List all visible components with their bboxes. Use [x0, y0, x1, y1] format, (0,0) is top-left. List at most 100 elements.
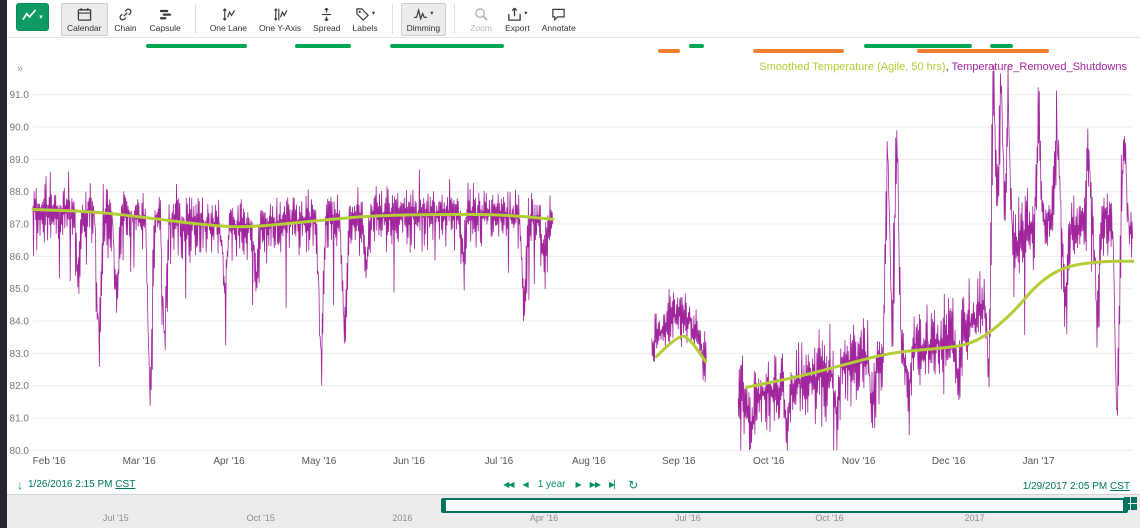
y-axis-tick-label: 89.0 [10, 155, 30, 166]
toolbar-button-label: Annotate [542, 23, 576, 33]
green-capsules-segment[interactable] [864, 44, 924, 48]
one-lane-button[interactable]: One Lane [204, 3, 253, 36]
caret-down-icon: ▾ [524, 11, 527, 18]
next-button[interactable]: ▶ [576, 480, 581, 489]
green-capsules-segment[interactable] [689, 44, 704, 48]
x-axis-tick-label: Nov '16 [842, 456, 876, 467]
x-axis-tick-label: Jul '16 [485, 456, 514, 467]
calendar-button[interactable]: Calendar [61, 3, 108, 36]
investigate-range-icon[interactable]: ↓ [17, 478, 23, 492]
y-axis-tick-label: 85.0 [10, 284, 30, 295]
green-capsules-segment[interactable] [390, 44, 504, 48]
timeline-scrollbar[interactable]: Jul '15Oct '152016Apr '16Jul '16Oct '162… [7, 494, 1140, 528]
y-axis-tick-label: 91.0 [10, 90, 30, 101]
timeline-label: 2017 [965, 513, 985, 523]
toolbar-button-label: Chain [114, 23, 136, 33]
annotate-button[interactable]: Annotate [536, 3, 582, 36]
range-end-link[interactable]: 1/29/2017 2:05 PM CST [1023, 481, 1130, 492]
one-y-axis-button[interactable]: One Y-Axis [253, 3, 307, 36]
toolbar-separator [454, 4, 455, 34]
labels-button[interactable]: ▾Labels [347, 3, 384, 36]
chain-button[interactable]: Chain [108, 3, 144, 36]
export-button[interactable]: ▾ Export [499, 3, 536, 36]
range-end-datetime: 1/29/2017 2:05 PM [1023, 481, 1108, 492]
toolbar-button-label: Calendar [67, 23, 102, 33]
range-end-timezone[interactable]: CST [1110, 481, 1130, 492]
toolbar-button-label: Dimming [407, 23, 441, 33]
toolbar-button-label: Zoom [470, 23, 492, 33]
timeline-range-selector[interactable] [441, 498, 1128, 513]
prev-button[interactable]: ◀ [523, 480, 528, 489]
x-axis-tick-label: Mar '16 [123, 456, 156, 467]
noisy-signal-path[interactable] [33, 169, 553, 406]
spread-button[interactable]: Spread [307, 3, 346, 36]
chart-legend: Smoothed Temperature (Agile, 50 hrs), Te… [759, 61, 1127, 73]
timeline-label: Apr '16 [530, 513, 558, 523]
range-start: ↓ 1/26/2016 2:15 PM CST [17, 478, 135, 492]
step-back-button[interactable]: ◀◀ [503, 480, 513, 489]
grid-icon[interactable] [1124, 497, 1137, 510]
capsule-button[interactable]: Capsule [144, 3, 187, 36]
green-capsules-segment[interactable] [918, 44, 972, 48]
x-axis-tick-label: Apr '16 [213, 456, 245, 467]
trend-chart-area[interactable]: Smoothed Temperature (Agile, 50 hrs), Te… [7, 39, 1140, 475]
dimming-button[interactable]: ▾Dimming [401, 3, 447, 36]
x-axis-tick-label: Sep '16 [662, 456, 696, 467]
y-axis-tick-label: 88.0 [10, 187, 30, 198]
calendar-icon [77, 6, 92, 22]
range-step-controls: ◀◀◀1 year▶▶▶▶▏↻ [503, 478, 638, 492]
zoom-icon [474, 6, 489, 22]
timeline-label: Oct '15 [247, 513, 275, 523]
spread-icon [319, 6, 334, 22]
duration-label[interactable]: 1 year [538, 479, 566, 490]
x-axis-tick-label: Jun '16 [393, 456, 425, 467]
green-capsules-segment[interactable] [295, 44, 352, 48]
chain-icon [118, 6, 133, 22]
x-axis-tick-label: Feb '16 [33, 456, 66, 467]
range-start-link[interactable]: 1/26/2016 2:15 PM CST [28, 479, 135, 490]
y-axis-tick-label: 82.0 [10, 381, 30, 392]
lane-expander-icon[interactable]: » [17, 63, 23, 75]
timeline-left-handle[interactable] [441, 498, 446, 513]
capsule-icon [158, 6, 173, 22]
y-axis-tick-label: 87.0 [10, 220, 30, 231]
range-start-timezone[interactable]: CST [115, 479, 135, 490]
x-axis-tick-label: May '16 [302, 456, 337, 467]
one-lane-icon [221, 6, 236, 22]
toolbar-separator [195, 4, 196, 34]
orange-capsules-segment[interactable] [658, 49, 680, 53]
fast-forward-button[interactable]: ▶▶ [590, 480, 600, 489]
export-icon: ▾ [507, 6, 527, 22]
toolbar-button-label: Export [505, 23, 530, 33]
trend-chart-svg[interactable]: 80.081.082.083.084.085.086.087.088.089.0… [7, 58, 1140, 473]
x-axis-tick-label: Oct '16 [753, 456, 785, 467]
timeline-label: Jul '15 [103, 513, 129, 523]
step-end-button[interactable]: ▶▏ [609, 480, 619, 489]
trend-chart-icon [22, 8, 37, 26]
legend-item[interactable]: Temperature_Removed_Shutdowns [952, 61, 1128, 73]
zoom-button: Zoom [463, 3, 499, 36]
timeline-label: 2016 [392, 513, 412, 523]
y-axis-tick-label: 90.0 [10, 123, 30, 134]
x-axis-tick-label: Jan '17 [1023, 456, 1055, 467]
y-axis-tick-label: 83.0 [10, 349, 30, 360]
toolbar-button-label: Capsule [150, 23, 181, 33]
green-capsules-segment[interactable] [146, 44, 247, 48]
noisy-signal-path[interactable] [738, 66, 1132, 451]
trend-view-button[interactable]: ▾ [16, 3, 49, 31]
labels-icon: ▾ [355, 6, 375, 22]
y-axis-tick-label: 86.0 [10, 252, 30, 263]
toolbar-button-label: Labels [353, 23, 378, 33]
y-axis-tick-label: 84.0 [10, 317, 30, 328]
legend-item[interactable]: Smoothed Temperature (Agile, 50 hrs) [759, 61, 945, 73]
orange-capsules-segment[interactable] [753, 49, 845, 53]
y-axis-tick-label: 80.0 [10, 446, 30, 457]
refresh-button[interactable]: ↻ [628, 478, 638, 492]
noisy-signal-path[interactable] [652, 289, 707, 382]
annotate-icon [551, 6, 566, 22]
green-capsules-segment[interactable] [990, 44, 1013, 48]
orange-capsules-segment[interactable] [917, 49, 1050, 53]
timeline-label: Jul '16 [675, 513, 701, 523]
dimming-icon: ▾ [413, 6, 433, 22]
caret-down-icon: ▾ [39, 14, 43, 21]
